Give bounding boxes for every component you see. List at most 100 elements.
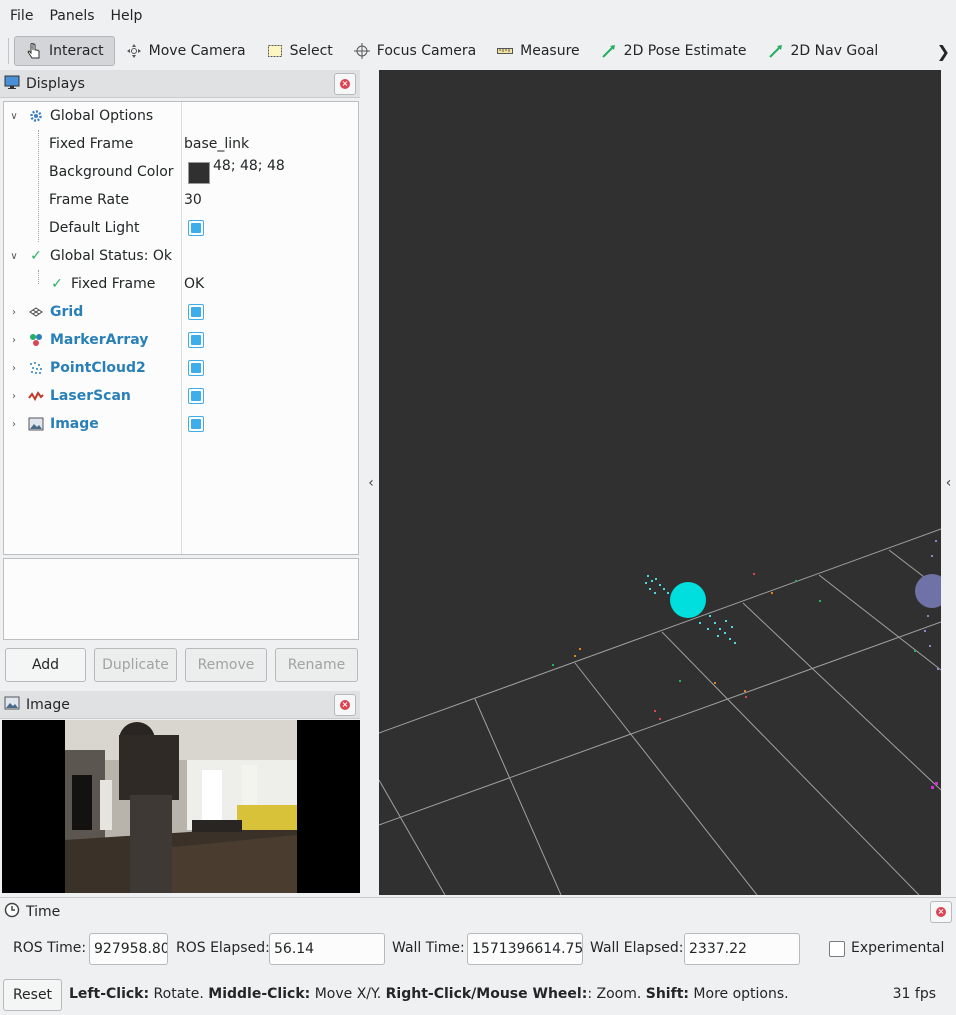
time-panel-title: Time [26, 903, 61, 920]
tree-row-marker-array[interactable]: › MarkerArray [4, 326, 358, 354]
scene-3d [379, 528, 941, 895]
property-description-box [3, 558, 359, 640]
cyan-sphere-marker [670, 582, 706, 618]
select-label: Select [289, 43, 333, 59]
wall-time-field[interactable]: 1571396614.75 [467, 933, 583, 965]
tree-row-background-color[interactable]: Background Color 48; 48; 48 [4, 158, 358, 186]
move-camera-icon [125, 42, 143, 60]
marker-array-checkbox[interactable] [188, 332, 204, 348]
image-close-button[interactable]: × [334, 694, 356, 716]
experimental-label: Experimental [851, 940, 945, 956]
menu-help[interactable]: Help [103, 0, 151, 32]
focus-camera-label: Focus Camera [376, 43, 477, 59]
global-status-label: Global Status: Ok [50, 248, 173, 264]
tree-row-laserscan[interactable]: › LaserScan [4, 382, 358, 410]
image-checkbox[interactable] [188, 416, 204, 432]
camera-image-view [2, 720, 360, 893]
grid-checkbox[interactable] [188, 304, 204, 320]
gear-icon [28, 108, 44, 124]
camera-frame-illustration [2, 720, 360, 893]
time-panel-header: Time × [0, 897, 956, 925]
purple-sphere-marker [915, 574, 941, 608]
duplicate-button[interactable]: Duplicate [94, 648, 177, 682]
tree-row-frame-rate[interactable]: Frame Rate 30 [4, 186, 358, 214]
close-icon: × [340, 79, 350, 89]
interact-tool-button[interactable]: Interact [14, 36, 115, 66]
right-click-hint: Right-Click/Mouse Wheel: [385, 986, 588, 1002]
time-close-button[interactable]: × [930, 901, 952, 923]
clock-icon [4, 902, 20, 922]
left-click-hint: Left-Click: [69, 986, 150, 1002]
default-light-checkbox[interactable] [188, 220, 204, 236]
ros-elapsed-label: ROS Elapsed: [176, 940, 270, 956]
nav-goal-tool-button[interactable]: 2D Nav Goal [757, 36, 889, 66]
grid-icon [28, 304, 44, 320]
rename-button[interactable]: Rename [275, 648, 358, 682]
background-color-label: Background Color [49, 164, 174, 180]
fixed-frame-value[interactable]: base_link [184, 136, 249, 152]
add-button[interactable]: Add [5, 648, 86, 682]
more-options-hint: More options. [688, 986, 789, 1002]
background-color-value[interactable]: 48; 48; 48 [213, 158, 285, 174]
displays-tree: ∨ Global Options Fixed Frame base_link B… [3, 101, 359, 555]
displays-close-button[interactable]: × [334, 73, 356, 95]
zoom-hint: : Zoom. [587, 986, 646, 1002]
select-box-icon [266, 42, 284, 60]
move-camera-tool-button[interactable]: Move Camera [115, 36, 256, 66]
image-panel-title: Image [26, 696, 70, 713]
tool-bar: Interact Move Camera Select Focus Camera… [0, 34, 956, 68]
chevron-right-icon[interactable]: › [9, 307, 19, 318]
measure-label: Measure [520, 43, 580, 59]
chevron-right-icon[interactable]: ❯ [937, 42, 950, 61]
pose-estimate-label: 2D Pose Estimate [623, 43, 747, 59]
render-viewport[interactable] [379, 70, 941, 895]
ros-time-field[interactable]: 927958.80 [89, 933, 168, 965]
image-icon [4, 695, 20, 715]
status-fixed-frame-value: OK [184, 276, 205, 292]
interact-label: Interact [49, 43, 104, 59]
chevron-right-icon[interactable]: › [9, 335, 19, 346]
chevron-right-icon[interactable]: › [9, 391, 19, 402]
measure-tool-button[interactable]: Measure [486, 36, 590, 66]
color-swatch[interactable] [188, 162, 210, 184]
collapse-right-arrow[interactable]: ‹ [941, 70, 956, 895]
ruler-icon [496, 42, 514, 60]
menu-panels[interactable]: Panels [41, 0, 102, 32]
chevron-down-icon[interactable]: ∨ [9, 111, 19, 122]
move-xy-hint: Move X/Y. [310, 986, 386, 1002]
tree-row-status-fixed-frame[interactable]: ✓ Fixed Frame OK [4, 270, 358, 298]
rotate-hint: Rotate. [149, 986, 209, 1002]
chevron-right-icon[interactable]: › [9, 419, 19, 430]
select-tool-button[interactable]: Select [256, 36, 343, 66]
ros-elapsed-field[interactable]: 56.14 [269, 933, 385, 965]
hand-pointer-icon [25, 42, 43, 60]
laserscan-checkbox[interactable] [188, 388, 204, 404]
collapse-left-arrow[interactable]: ‹ [363, 70, 379, 895]
tree-row-global-options[interactable]: ∨ Global Options [4, 102, 358, 130]
fixed-frame-label: Fixed Frame [49, 136, 134, 152]
marker-array-icon [28, 332, 44, 348]
tree-row-global-status[interactable]: ∨ ✓ Global Status: Ok [4, 242, 358, 270]
chevron-right-icon[interactable]: › [9, 363, 19, 374]
frame-rate-value[interactable]: 30 [184, 192, 202, 208]
pointcloud2-label: PointCloud2 [50, 360, 146, 376]
menu-file[interactable]: File [2, 0, 41, 32]
tree-row-default-light[interactable]: Default Light [4, 214, 358, 242]
pointcloud2-checkbox[interactable] [188, 360, 204, 376]
tree-row-pointcloud2[interactable]: › PointCloud2 [4, 354, 358, 382]
tree-row-image[interactable]: › Image [4, 410, 358, 438]
chevron-down-icon[interactable]: ∨ [9, 251, 19, 262]
focus-camera-tool-button[interactable]: Focus Camera [343, 36, 486, 66]
reset-button[interactable]: Reset [3, 979, 62, 1011]
move-camera-label: Move Camera [148, 43, 246, 59]
displays-panel-header: Displays × [0, 70, 360, 98]
image-icon [28, 416, 44, 432]
experimental-checkbox[interactable] [829, 941, 845, 957]
menu-bar: File Panels Help [0, 0, 956, 32]
tree-row-grid[interactable]: › Grid [4, 298, 358, 326]
remove-button[interactable]: Remove [185, 648, 267, 682]
green-arrow-icon [767, 42, 785, 60]
tree-row-fixed-frame[interactable]: Fixed Frame base_link [4, 130, 358, 158]
wall-elapsed-field[interactable]: 2337.22 [684, 933, 800, 965]
pose-estimate-tool-button[interactable]: 2D Pose Estimate [590, 36, 757, 66]
